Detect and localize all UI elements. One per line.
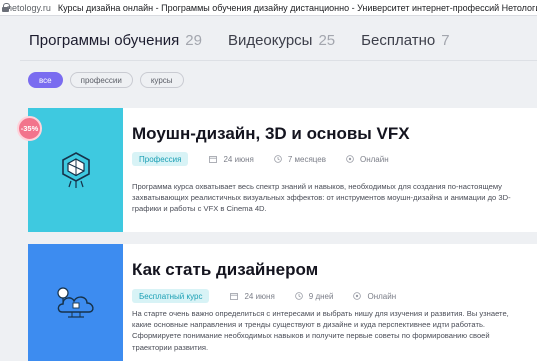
course-thumbnail[interactable] — [28, 244, 123, 361]
filter-chips: все профессии курсы — [28, 72, 184, 88]
tab-videocourses[interactable]: Видеокурсы 25 — [228, 32, 335, 49]
tab-free-count: 7 — [441, 32, 450, 49]
duration: 7 месяцев — [274, 155, 326, 164]
calendar-icon — [209, 156, 218, 163]
course-title[interactable]: Как стать дизайнером — [132, 260, 318, 280]
format: Онлайн — [346, 155, 389, 164]
clock-icon — [294, 292, 303, 300]
course-card[interactable]: Моушн-дизайн, 3D и основы VFX Профессия … — [28, 108, 537, 232]
calendar-icon — [230, 293, 239, 300]
tab-programs-label: Программы обучения — [29, 32, 180, 49]
filter-courses[interactable]: курсы — [139, 72, 184, 88]
discount-badge: -35% — [17, 116, 42, 141]
tab-videocourses-count: 25 — [318, 32, 336, 49]
description-line: Сформируете понимание необходимых навыко… — [132, 331, 490, 341]
format-label: Онлайн — [359, 154, 389, 164]
category-tabs: Программы обучения 29 Видеокурсы 25 Бесп… — [29, 32, 450, 49]
course-illustration-icon — [56, 287, 94, 318]
duration: 9 дней — [294, 291, 334, 301]
description-line: Программа курса охватывает весь спектр з… — [132, 182, 502, 191]
course-meta: Профессия 24 июня 7 месяцев Онлайн — [132, 152, 409, 166]
description-line: На старте очень важно определиться с инт… — [132, 309, 509, 318]
tabs-divider — [20, 60, 537, 61]
course-description: Программа курса охватывает весь спектр з… — [132, 181, 532, 215]
course-description: На старте очень важно определиться с инт… — [132, 308, 532, 353]
address-url[interactable]: netology.ru — [7, 3, 51, 13]
filter-professions[interactable]: профессии — [69, 72, 133, 88]
tab-free[interactable]: Бесплатно 7 — [361, 32, 449, 49]
course-thumbnail[interactable] — [28, 108, 123, 232]
tab-programs[interactable]: Программы обучения 29 — [29, 32, 202, 49]
course-type-tag: Профессия — [132, 152, 189, 166]
course-title[interactable]: Моушн-дизайн, 3D и основы VFX — [132, 124, 410, 144]
start-date: 24 июня — [230, 291, 275, 301]
format: Онлайн — [353, 292, 396, 301]
course-type-tag: Бесплатный курс — [132, 289, 210, 303]
description-line: траектории развития. — [132, 342, 209, 352]
description-line: графики и работы с VFX в Cinema 4D. — [132, 204, 267, 214]
course-illustration-icon — [61, 152, 90, 188]
online-icon — [346, 155, 354, 163]
tab-free-label: Бесплатно — [361, 32, 436, 49]
duration-label: 9 дней — [308, 291, 334, 301]
start-date: 24 июня — [209, 154, 254, 164]
page-title: Курсы дизайна онлайн - Программы обучени… — [57, 2, 537, 13]
online-icon — [353, 292, 362, 300]
clock-icon — [274, 155, 282, 163]
format-label: Онлайн — [367, 291, 397, 301]
browser-address-bar[interactable]: netology.ru Курсы дизайна онлайн - Прогр… — [0, 0, 537, 16]
tab-videocourses-label: Видеокурсы — [227, 32, 313, 49]
course-card[interactable]: Как стать дизайнером Бесплатный курс 24 … — [28, 244, 537, 361]
course-meta: Бесплатный курс 24 июня 9 дней Онлайн — [132, 289, 416, 303]
start-date-label: 24 июня — [244, 291, 275, 301]
duration-label: 7 месяцев — [287, 154, 326, 164]
description-line: захватывающих реалистичных визуальных эф… — [132, 193, 511, 203]
start-date-label: 24 июня — [223, 154, 254, 164]
description-line: какие основные направления и тренды суще… — [132, 320, 486, 330]
filter-all[interactable]: все — [28, 72, 63, 88]
tab-programs-count: 29 — [185, 32, 202, 49]
